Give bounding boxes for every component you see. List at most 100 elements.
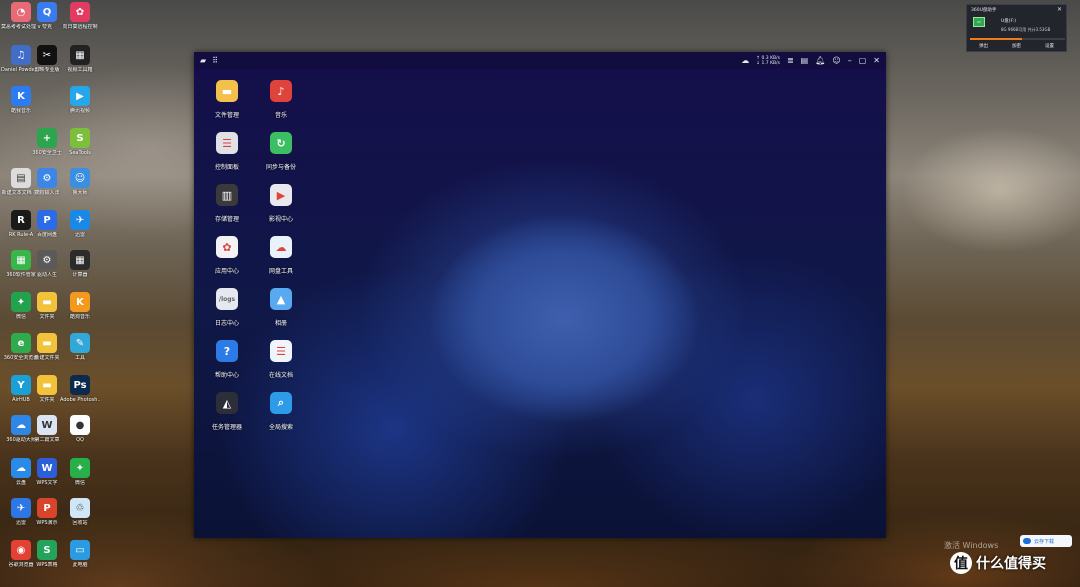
desktop-icon[interactable]: K 酷狗音乐 [63,292,97,328]
desktop-icon[interactable]: ▦ 视频工具箱 [63,45,97,81]
desktop-icon[interactable]: ✎ 工具 [63,333,97,369]
nas-app-icon: ? [216,340,238,362]
nas-app-icon: ☁ [270,236,292,258]
widget-title: 360U盘助手 [971,8,997,13]
desktop-icon[interactable]: W WPS文字 [30,458,64,494]
desktop-icon-label: SeaTools [69,150,91,156]
grid-icon[interactable]: ⠿ [212,56,218,65]
desktop-icon[interactable]: ▬ 文件夹 [30,375,64,411]
desktop-icon-label: QQ [76,437,84,443]
nas-app[interactable]: ⌕ 全局搜索 [251,392,311,442]
nas-app[interactable]: ☰ 控制面板 [197,132,257,182]
app-icon: ▬ [37,375,57,395]
app-icon: ☁ [11,415,31,435]
nas-app-icon: ☰ [270,340,292,362]
nas-app-label: 影视中心 [268,216,293,223]
desktop-icon[interactable]: ⚙ 搜狗输入法 [30,168,64,204]
desktop-icon[interactable]: ▦ 计算器 [63,250,97,286]
nas-app[interactable]: ▬ 文件管理 [197,80,257,130]
desktop-icon[interactable]: S WPS表格 [30,540,64,576]
desktop-icon-area: ◔莫恶考考试处理 v1.2...Q夸克✿向日葵远程控制♫Daniel Powde… [0,0,100,587]
app-icon: ◔ [11,2,31,22]
network-speed: ↑ 0.3 KB/s ↓ 1.7 KB/s [756,56,780,66]
desktop-icon[interactable]: ▭ 此电脑 [63,540,97,576]
app-icon: Q [37,2,57,22]
nas-app-label: 控制面板 [214,164,239,171]
app-icon: ☺ [70,168,90,188]
app-icon: Ps [70,375,90,395]
nas-app-icon: /logs [216,288,238,310]
nas-app[interactable]: ? 帮助中心 [197,340,257,390]
nas-app-icon: ✿ [216,236,238,258]
nas-app-label: 帮助中心 [214,372,239,379]
drive-info: 8G 966B可用 共计3.53GB [1001,27,1051,32]
user-icon[interactable]: ☺ [832,56,840,65]
eject-button[interactable]: 弹出 [979,43,988,49]
desktop-icon-label: 视频工具箱 [67,67,93,73]
desktop-icon[interactable]: ▶ 腾讯视频 [63,86,97,122]
nas-app[interactable]: ▲ 相册 [251,288,311,338]
desktop-icon[interactable]: ✈ 迅雷 [63,210,97,246]
settings-button[interactable]: 设置 [1045,43,1054,49]
nas-app[interactable]: ▥ 存储管理 [197,184,257,234]
nas-app-label: 文件管理 [214,112,239,119]
desktop-icon-label: 酷狗音乐 [69,314,90,320]
nas-app[interactable]: /logs 日志中心 [197,288,257,338]
desktop-icon[interactable]: ✂ 剪映专业版 [30,45,64,81]
desktop-icon[interactable]: ▬ 文件夹 [30,292,64,328]
desktop-icon[interactable]: W 第二篇文章 [30,415,64,451]
desktop-icon[interactable]: P 百度网盘 [30,210,64,246]
desktop-icon[interactable]: ● QQ [63,415,97,451]
desktop-icon[interactable]: ♲ 回收站 [63,498,97,534]
cloud-download-button[interactable]: 云存下载 [1020,535,1072,547]
desktop-icon-label: 微信 [74,480,85,486]
usb-assistant-widget: 360U盘助手 ✕ ▭ U盘(F:) 8G 966B可用 共计3.53GB 弹出… [966,4,1067,52]
desktop-icon[interactable]: S SeaTools [63,128,97,164]
app-icon: W [37,415,57,435]
nas-app[interactable]: ▶ 影视中心 [251,184,311,234]
cloud-icon[interactable]: ☁ [741,56,749,65]
widget-close-icon[interactable]: ✕ [1057,6,1062,13]
nas-app[interactable]: ✿ 应用中心 [197,236,257,286]
minimize-icon[interactable]: – [848,56,852,65]
nas-app[interactable]: ◭ 任务管理器 [197,392,257,442]
nas-app-label: 应用中心 [214,268,239,275]
app-icon: ☁ [11,458,31,478]
message-icon[interactable]: ▰ [200,56,206,65]
nas-app[interactable]: ♪ 音乐 [251,80,311,130]
desktop-icon[interactable]: ✿ 向日葵远程控制 [62,2,98,38]
desktop-icon-label: 此电脑 [72,562,88,568]
desktop-icon[interactable]: +360安全卫士 [30,128,64,164]
app-icon: ⚙ [37,168,57,188]
desktop-icon[interactable]: P WPS演示 [30,498,64,534]
desktop-icon[interactable]: ▬ 新建文件夹 [30,333,64,369]
upload-speed: ↑ 0.3 KB/s [756,55,780,61]
clipboard-icon[interactable]: ▤ [801,56,809,65]
nas-app-label: 音乐 [274,112,287,119]
close-icon[interactable]: ✕ [873,56,880,65]
app-icon: P [37,210,57,230]
app-icon: ⚙ [37,250,57,270]
nas-app-label: 日志中心 [214,320,239,327]
nas-app[interactable]: ↻ 同步与备份 [251,132,311,182]
desktop-icon[interactable]: Ps Adobe Photosh... [60,375,100,411]
desktop-icon[interactable]: Q 夸克 [30,2,64,38]
desktop-icon[interactable]: ☺ 鲁大师 [63,168,97,204]
restore-icon[interactable]: ▢ [859,56,867,65]
bell-icon[interactable]: 🔔︎ [815,56,825,65]
desktop-icon[interactable] [30,86,64,122]
drive-usage-fill [970,38,1023,40]
usb-drive-icon: ▭ [973,17,985,27]
app-icon: W [37,458,57,478]
nas-app-label: 在线文档 [268,372,293,379]
desktop-icon[interactable]: ⚙ 驱动人生 [30,250,64,286]
app-icon: ✿ [70,2,90,22]
task-icon[interactable]: ≣ [787,56,794,65]
desktop-icon[interactable]: ✦ 微信 [63,458,97,494]
encrypt-button[interactable]: 加密 [1012,43,1021,49]
window-titlebar: ▰ ⠿ ☁ ↑ 0.3 KB/s ↓ 1.7 KB/s ≣ ▤ 🔔︎ ☺ – ▢… [194,52,886,69]
nas-app[interactable]: ☰ 在线文档 [251,340,311,390]
nas-app-label: 存储管理 [214,216,239,223]
nas-app-label: 任务管理器 [211,424,242,431]
nas-app[interactable]: ☁ 网盘工具 [251,236,311,286]
